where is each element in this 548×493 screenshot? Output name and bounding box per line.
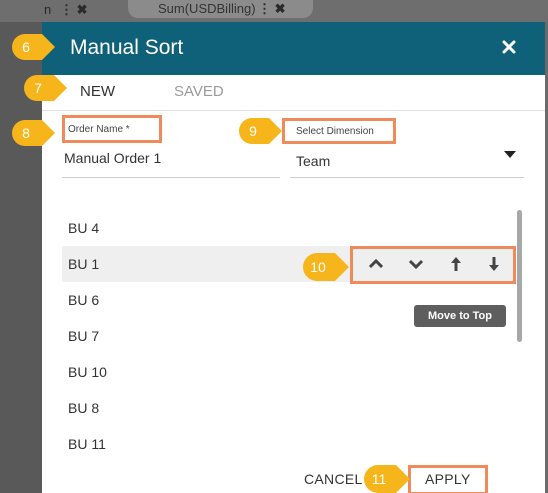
annotation-marker-6: 6 bbox=[12, 33, 56, 66]
background-menu-icon: ⋮ ✖ bbox=[60, 2, 88, 17]
tab-saved[interactable]: SAVED bbox=[174, 83, 224, 100]
annotation-box-apply bbox=[408, 465, 488, 493]
dimension-underline bbox=[290, 177, 524, 178]
background-text: n bbox=[44, 2, 52, 17]
list-item[interactable]: BU 8 bbox=[62, 390, 516, 426]
dialog-title: Manual Sort bbox=[70, 36, 184, 59]
cancel-button[interactable]: CANCEL bbox=[304, 471, 363, 487]
close-icon[interactable] bbox=[498, 36, 520, 58]
list-item[interactable]: BU 11 bbox=[62, 426, 516, 462]
annotation-marker-7: 7 bbox=[24, 74, 68, 107]
move-to-top-tooltip: Move to Top bbox=[414, 305, 506, 327]
background-tab-menu-icon: ⋮ ✖ bbox=[258, 1, 286, 16]
annotation-marker-10: 10 bbox=[302, 252, 350, 287]
order-name-input[interactable]: Manual Order 1 bbox=[64, 150, 161, 166]
background-tab: Sum(USDBilling) ⋮ ✖ bbox=[128, 0, 313, 18]
background-tab-label: Sum(USDBilling) bbox=[158, 1, 256, 16]
sort-tabs: NEW SAVED bbox=[42, 75, 545, 111]
annotation-marker-8: 8 bbox=[12, 119, 56, 152]
annotation-marker-9: 9 bbox=[239, 117, 283, 150]
annotation-box-move-controls bbox=[350, 246, 516, 284]
list-scrollbar-thumb[interactable] bbox=[517, 210, 522, 342]
order-name-underline bbox=[62, 177, 280, 178]
list-item[interactable]: BU 4 bbox=[62, 210, 516, 246]
dimension-select[interactable]: Team bbox=[296, 153, 330, 169]
dialog-header: Manual Sort bbox=[42, 22, 545, 75]
list-item[interactable]: BU 10 bbox=[62, 354, 516, 390]
annotation-box-order-name bbox=[62, 115, 162, 143]
background-app-toolbar: n ⋮ ✖ Sum(USDBilling) ⋮ ✖ bbox=[0, 0, 548, 22]
chevron-down-icon[interactable] bbox=[504, 150, 516, 162]
annotation-box-select-dimension bbox=[282, 118, 396, 144]
annotation-marker-11: 11 bbox=[363, 464, 411, 493]
tab-new[interactable]: NEW bbox=[80, 83, 115, 100]
manual-sort-dialog: Manual Sort NEW SAVED Order Name * Manua… bbox=[42, 22, 545, 493]
